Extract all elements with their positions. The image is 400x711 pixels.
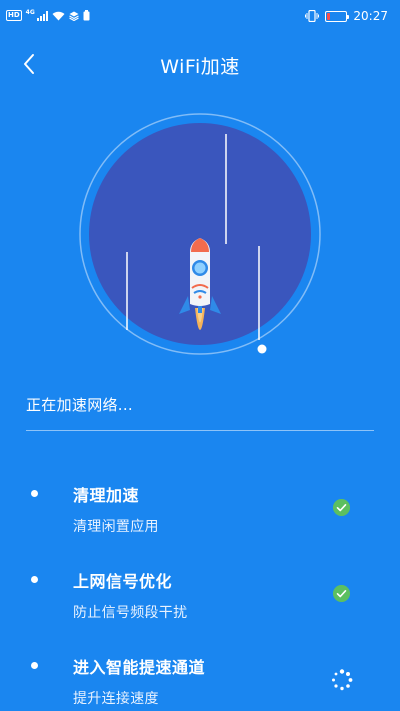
hd-badge: HD: [6, 10, 22, 21]
task-subtitle: 防止信号频段干扰: [73, 605, 188, 621]
header: WiFi加速: [0, 40, 400, 90]
bullet: [31, 490, 38, 497]
check-circle-icon: [333, 499, 350, 516]
signal-icon: [36, 10, 48, 21]
task-subtitle: 清理闲置应用: [73, 519, 159, 535]
status-icons-right: 20:27: [305, 9, 388, 23]
task-item-clean: 清理加速 清理闲置应用: [0, 482, 400, 562]
task-subtitle: 提升连接速度: [73, 691, 159, 707]
status-bar: HD 4G 20:27: [0, 0, 400, 34]
network-type: 4G: [25, 9, 35, 16]
divider: [26, 430, 374, 431]
task-title: 进入智能提速通道: [73, 658, 206, 677]
rocket-animation: [79, 113, 321, 355]
check-circle-icon: [333, 585, 350, 602]
bullet: [31, 576, 38, 583]
accelerating-status: 正在加速网络...: [26, 396, 134, 414]
task-item-signal: 上网信号优化 防止信号频段干扰: [0, 568, 400, 648]
status-icons-left: HD 4G: [6, 9, 90, 21]
clock: 20:27: [353, 9, 388, 23]
progress-dot: [257, 344, 267, 354]
wifi-boost-screen: HD 4G 20:27 WiFi加速 正在加速网络... 清理加速 清理闲置应用…: [0, 0, 400, 711]
wifi-icon: [52, 11, 65, 20]
bullet: [31, 662, 38, 669]
layers-icon: [68, 11, 79, 21]
task-item-boost-channel: 进入智能提速通道 提升连接速度: [0, 654, 400, 711]
page-title: WiFi加速: [160, 56, 240, 78]
battery-icon: [325, 10, 350, 22]
battery-saver-icon: [83, 10, 90, 21]
task-title: 清理加速: [73, 486, 140, 505]
vibrate-icon: [305, 10, 320, 22]
task-title: 上网信号优化: [73, 572, 173, 591]
loading-spinner-icon: [332, 669, 353, 691]
